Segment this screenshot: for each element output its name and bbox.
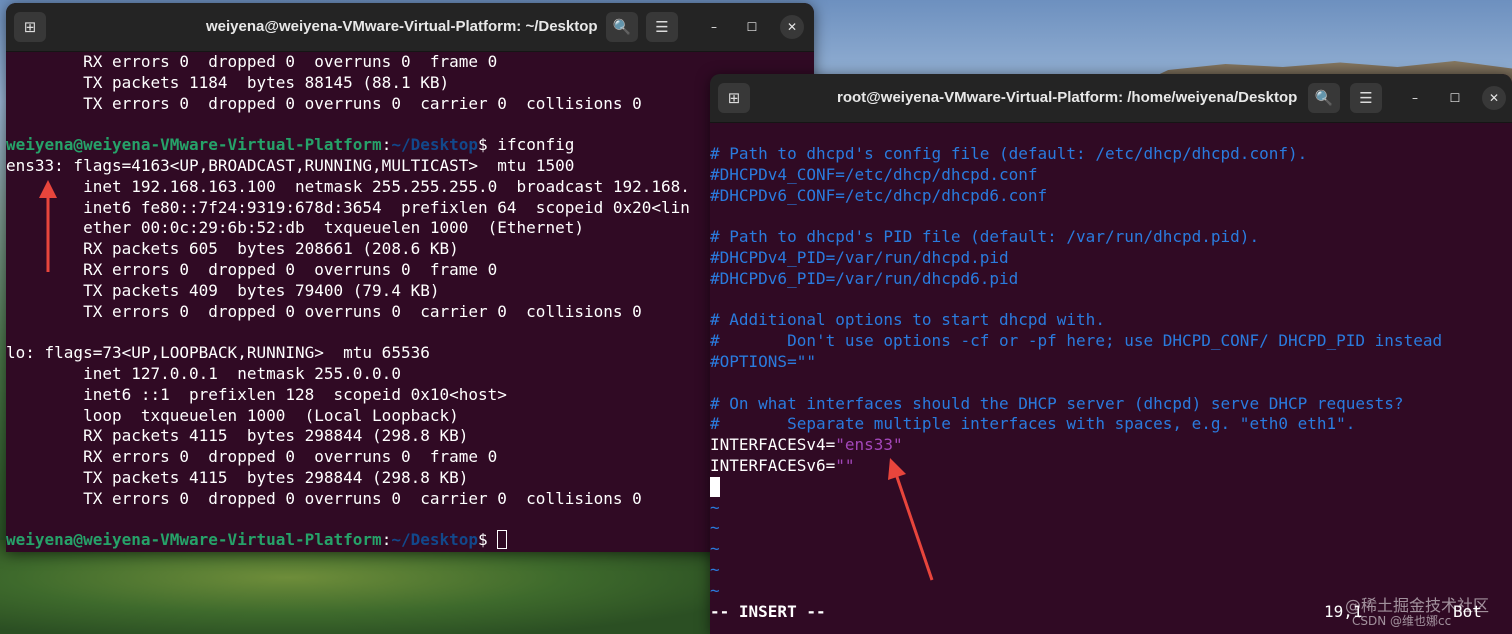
- output-line: RX packets 605 bytes 208661 (208.6 KB): [6, 239, 459, 259]
- config-line: #DHCPDv4_CONF=/etc/dhcp/dhcpd.conf: [710, 164, 1038, 184]
- prompt-path: ~/Desktop: [391, 135, 479, 155]
- prompt-colon: :: [381, 135, 392, 155]
- terminal-cursor[interactable]: [497, 530, 508, 550]
- output-line: RX packets 4115 bytes 298844 (298.8 KB): [6, 426, 469, 446]
- config-line: # Additional options to start dhcpd with…: [710, 310, 1105, 330]
- output-line: ens33: flags=4163<UP,BROADCAST,RUNNING,M…: [6, 155, 575, 175]
- config-value: "ens33": [835, 435, 903, 455]
- menu-icon[interactable]: ☰: [1350, 83, 1382, 113]
- config-line: [710, 206, 1512, 227]
- menu-icon[interactable]: ☰: [646, 12, 678, 42]
- desktop-wallpaper-hillside: [0, 540, 720, 634]
- config-value: "": [835, 455, 855, 475]
- command-text: ifconfig: [487, 135, 575, 155]
- maximize-icon[interactable]: ☐: [1443, 86, 1467, 110]
- minimize-icon[interactable]: –: [1403, 86, 1427, 110]
- window-title: weiyena@weiyena-VMware-Virtual-Platform:…: [206, 18, 598, 35]
- prompt-colon: :: [381, 530, 392, 550]
- empty-buffer-line: ~: [710, 518, 720, 538]
- output-line: TX packets 4115 bytes 298844 (298.8 KB): [6, 467, 469, 487]
- terminal-window-right[interactable]: ⊞ root@weiyena-VMware-Virtual-Platform: …: [710, 74, 1512, 634]
- cursor-line: [710, 476, 1512, 498]
- window-title: root@weiyena-VMware-Virtual-Platform: /h…: [837, 89, 1298, 106]
- config-line: #DHCPDv6_CONF=/etc/dhcp/dhcpd6.conf: [710, 185, 1048, 205]
- new-tab-icon[interactable]: ⊞: [14, 12, 46, 42]
- output-line: loop txqueuelen 1000 (Local Loopback): [6, 405, 459, 425]
- config-key: INTERFACESv6=: [710, 455, 836, 475]
- close-icon[interactable]: ✕: [1482, 86, 1506, 110]
- vim-editor[interactable]: # Path to dhcpd's config file (default: …: [710, 144, 1512, 634]
- config-line: # Path to dhcpd's PID file (default: /va…: [710, 227, 1260, 247]
- minimize-icon[interactable]: –: [702, 15, 726, 39]
- empty-buffer-line: ~: [710, 497, 720, 517]
- titlebar[interactable]: ⊞ root@weiyena-VMware-Virtual-Platform: …: [710, 74, 1512, 123]
- output-line: TX packets 409 bytes 79400 (79.4 KB): [6, 280, 440, 300]
- output-line: TX errors 0 dropped 0 overruns 0 carrier…: [6, 93, 642, 113]
- output-line: TX packets 1184 bytes 88145 (88.1 KB): [6, 72, 450, 92]
- prompt-dollar: $: [478, 530, 488, 550]
- config-line: #DHCPDv4_PID=/var/run/dhcpd.pid: [710, 247, 1009, 267]
- config-line: # Separate multiple interfaces with spac…: [710, 414, 1356, 434]
- config-line: # On what interfaces should the DHCP ser…: [710, 393, 1404, 413]
- config-line: # Don't use options -cf or -pf here; use…: [710, 331, 1443, 351]
- empty-buffer-line: ~: [710, 539, 720, 559]
- output-line: TX errors 0 dropped 0 overruns 0 carrier…: [6, 301, 642, 321]
- prompt-dollar: $: [478, 135, 488, 155]
- prompt-user-host: weiyena@weiyena-VMware-Virtual-Platform: [6, 530, 382, 550]
- config-line-iface-v4: INTERFACESv4="ens33": [710, 435, 1512, 456]
- search-icon[interactable]: 🔍: [1308, 83, 1340, 113]
- output-line: RX errors 0 dropped 0 overruns 0 frame 0: [6, 52, 498, 71]
- config-key: INTERFACESv4=: [710, 435, 836, 455]
- config-line: [710, 373, 1512, 394]
- config-line: #DHCPDv6_PID=/var/run/dhcpd6.pid: [710, 268, 1019, 288]
- config-line-iface-v6: INTERFACESv6="": [710, 456, 1512, 477]
- output-line: inet6 fe80::7f24:9319:678d:3654 prefixle…: [6, 197, 690, 217]
- new-tab-icon[interactable]: ⊞: [718, 83, 750, 113]
- config-line: #OPTIONS="": [710, 351, 816, 371]
- config-line: # Path to dhcpd's config file (default: …: [710, 144, 1308, 163]
- prompt-line: weiyena@weiyena-VMware-Virtual-Platform:…: [6, 530, 814, 551]
- output-line: inet 192.168.163.100 netmask 255.255.255…: [6, 176, 690, 196]
- config-line: [710, 290, 1512, 311]
- empty-buffer-line: ~: [710, 559, 720, 579]
- prompt-path: ~/Desktop: [391, 530, 479, 550]
- search-icon[interactable]: 🔍: [606, 12, 638, 42]
- vim-cursor[interactable]: [710, 476, 720, 497]
- output-line: RX errors 0 dropped 0 overruns 0 frame 0: [6, 447, 498, 467]
- watermark-csdn: CSDN @维也娜cc: [1352, 614, 1452, 628]
- output-line: inet 127.0.0.1 netmask 255.0.0.0: [6, 363, 401, 383]
- output-line: TX errors 0 dropped 0 overruns 0 carrier…: [6, 488, 642, 508]
- vim-mode-indicator: -- INSERT --: [710, 601, 826, 621]
- output-line: inet6 ::1 prefixlen 128 scopeid 0x10<hos…: [6, 384, 507, 404]
- output-line: ether 00:0c:29:6b:52:db txqueuelen 1000 …: [6, 218, 584, 238]
- terminal-window-left[interactable]: ⊞ weiyena@weiyena-VMware-Virtual-Platfor…: [6, 3, 814, 552]
- close-icon[interactable]: ✕: [780, 15, 804, 39]
- maximize-icon[interactable]: ☐: [740, 15, 764, 39]
- output-line: lo: flags=73<UP,LOOPBACK,RUNNING> mtu 65…: [6, 343, 430, 363]
- titlebar[interactable]: ⊞ weiyena@weiyena-VMware-Virtual-Platfor…: [6, 3, 814, 52]
- prompt-user-host: weiyena@weiyena-VMware-Virtual-Platform: [6, 135, 382, 155]
- output-line: RX errors 0 dropped 0 overruns 0 frame 0: [6, 259, 498, 279]
- prompt-line: weiyena@weiyena-VMware-Virtual-Platform:…: [6, 135, 814, 156]
- terminal-output[interactable]: RX errors 0 dropped 0 overruns 0 frame 0…: [6, 51, 814, 552]
